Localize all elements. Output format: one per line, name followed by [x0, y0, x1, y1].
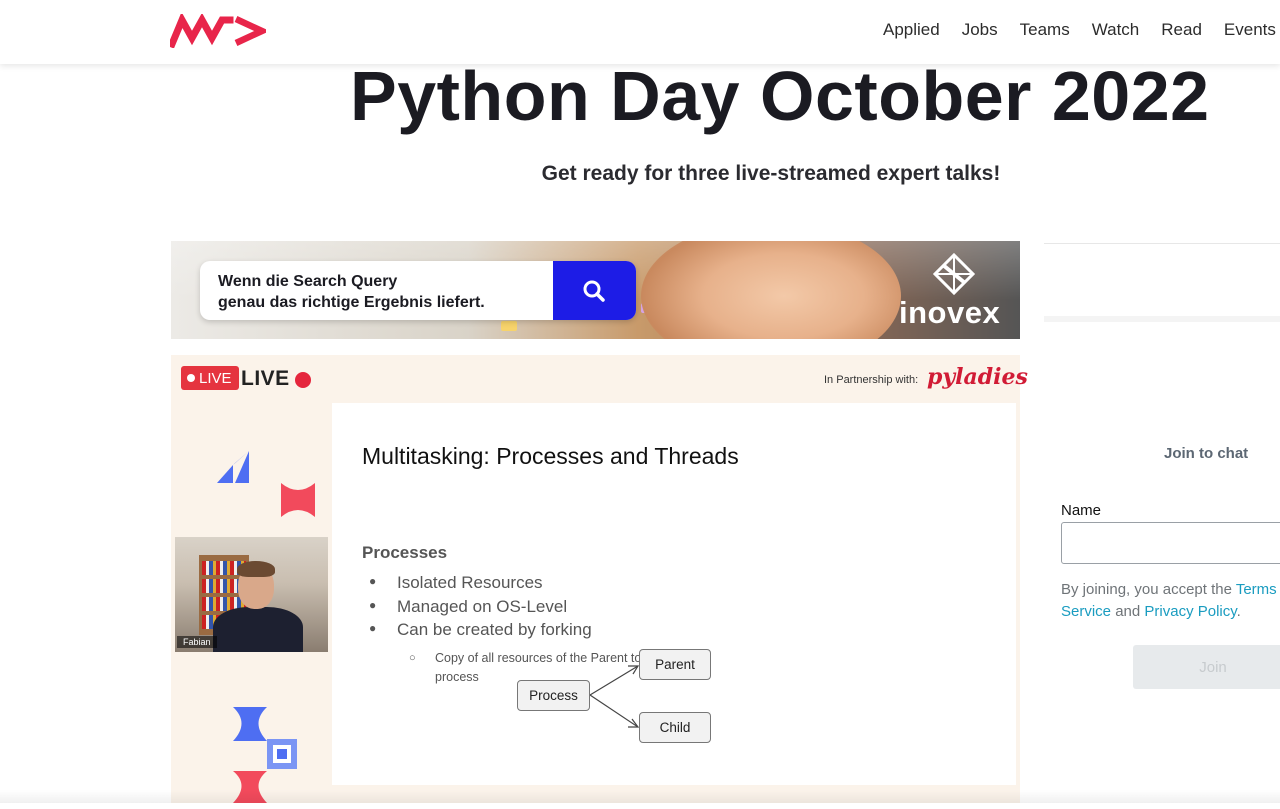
- decor-triangles-icon: [217, 451, 249, 483]
- top-navigation-bar: Applied Jobs Teams Watch Read Events: [0, 0, 1280, 64]
- wearedevelopers-logo-icon[interactable]: [170, 14, 266, 48]
- diagram-node-process: Process: [517, 680, 590, 711]
- ad-brand-name: inovex: [899, 295, 1001, 330]
- speaker-hair: [237, 561, 275, 577]
- live-badge-label: LIVE: [199, 369, 232, 387]
- terms-and: and: [1111, 603, 1145, 620]
- nav-watch[interactable]: Watch: [1092, 20, 1140, 40]
- pyladies-logo: pyladies: [927, 364, 1028, 390]
- join-chat-heading: Join to chat: [1164, 445, 1249, 462]
- ad-search-line2: genau das richtige Ergebnis liefert.: [218, 294, 485, 311]
- diagram-node-parent: Parent: [639, 649, 711, 680]
- ad-search-button: [553, 261, 636, 320]
- decor-bowtie-icon: [233, 707, 267, 741]
- speaker-name-tag: Fabian: [177, 636, 217, 648]
- nav-teams[interactable]: Teams: [1020, 20, 1070, 40]
- live-stream-player[interactable]: LIVE LIVE In Partnership with: pyladies …: [171, 355, 1028, 803]
- ad-banner[interactable]: Wenn die Search Query genau das richtige…: [171, 241, 1020, 339]
- inovex-logo-icon: [933, 253, 975, 295]
- live-overlay-text: LIVE: [241, 367, 290, 390]
- bottom-shadow: [0, 790, 1280, 803]
- decor-hourglass-icon: [281, 483, 315, 517]
- nav-applied[interactable]: Applied: [883, 20, 940, 40]
- name-label: Name: [1061, 502, 1102, 519]
- diagram-node-child: Child: [639, 712, 711, 743]
- chat-header: [1044, 243, 1280, 316]
- presentation-slide: Multitasking: Processes and Threads Proc…: [332, 403, 1016, 785]
- join-button[interactable]: Join: [1133, 645, 1280, 689]
- speaker-video: Fabian: [175, 537, 328, 652]
- live-badge: LIVE: [181, 366, 239, 390]
- nav-events[interactable]: Events: [1224, 20, 1276, 40]
- ad-search-box: Wenn die Search Query genau das richtige…: [200, 261, 636, 320]
- ad-search-line1: Wenn die Search Query: [218, 273, 398, 290]
- ad-decor: [501, 321, 517, 331]
- speaker-body: [213, 607, 303, 652]
- ad-photo-person: [641, 241, 901, 339]
- page-title: Python Day October 2022: [350, 57, 1210, 135]
- ad-search-text: Wenn die Search Query genau das richtige…: [218, 271, 485, 313]
- search-icon: [583, 280, 605, 302]
- live-dot-icon: [187, 374, 195, 382]
- privacy-policy-link[interactable]: Privacy Policy: [1144, 603, 1236, 620]
- terms-suffix: .: [1236, 603, 1241, 620]
- recording-dot-icon: [295, 372, 311, 388]
- nav-read[interactable]: Read: [1161, 20, 1202, 40]
- terms-text: By joining, you accept the Terms of Serv…: [1061, 579, 1280, 623]
- terms-prefix: By joining, you accept the: [1061, 581, 1236, 598]
- nav-jobs[interactable]: Jobs: [962, 20, 998, 40]
- page-subtitle: Get ready for three live-streamed expert…: [541, 162, 1001, 185]
- decor-square-icon: [267, 739, 297, 769]
- name-input[interactable]: [1061, 522, 1280, 564]
- partner-label: In Partnership with:: [824, 374, 919, 386]
- main-nav: Applied Jobs Teams Watch Read Events: [883, 20, 1276, 40]
